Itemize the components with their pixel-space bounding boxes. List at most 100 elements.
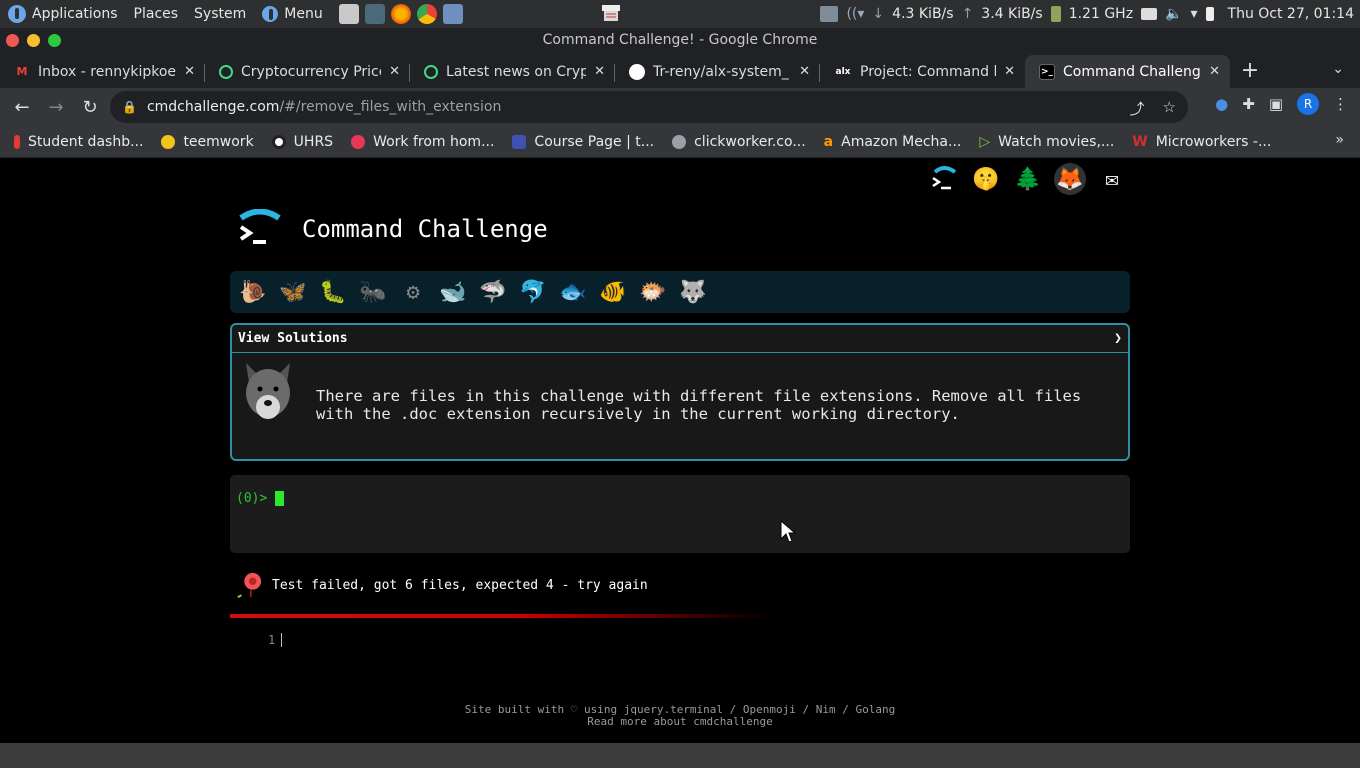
gitlab-icon[interactable]: 🦊 <box>1054 163 1086 195</box>
close-tab-icon[interactable]: ✕ <box>1209 64 1220 79</box>
bookmark-label: Watch movies,... <box>998 133 1115 150</box>
bookmark-item[interactable]: W Microworkers -... <box>1132 134 1271 150</box>
fish-icon[interactable]: 🐟 <box>556 275 590 309</box>
side-panel-icon[interactable]: ▣ <box>1269 95 1283 113</box>
menu-label: Menu <box>284 6 323 22</box>
tab-gmail[interactable]: M Inbox - rennykipkoech ✕ <box>0 55 205 88</box>
upload-arrow-icon: ↑ <box>961 6 974 22</box>
bookmark-label: UHRS <box>293 133 334 150</box>
tab-label: Cryptocurrency Prices <box>241 63 382 80</box>
blowfish-icon[interactable]: 🐡 <box>636 275 670 309</box>
gear-icon[interactable]: ⚙ <box>396 275 430 309</box>
applications-menu[interactable]: Applications <box>8 5 118 23</box>
tropical-fish-icon[interactable]: 🐠 <box>596 275 630 309</box>
close-tab-icon[interactable]: ✕ <box>799 64 810 79</box>
site-top-icons: 🤫 🌲 🦊 ✉ <box>928 163 1128 195</box>
bookmark-item[interactable]: teemwork <box>161 134 254 150</box>
shark-icon[interactable]: 🦈 <box>476 275 510 309</box>
window-title: Command Challenge! - Google Chrome <box>542 32 818 48</box>
butterfly-icon[interactable]: 🦋 <box>276 275 310 309</box>
tab-crypto-prices[interactable]: Cryptocurrency Prices ✕ <box>205 55 410 88</box>
wifi-icon[interactable]: ((▾ <box>846 6 864 22</box>
whale-icon[interactable]: 🐋 <box>436 275 470 309</box>
app-launcher-icon[interactable] <box>442 4 463 24</box>
system-menu[interactable]: System <box>194 6 246 22</box>
view-solutions-label: View Solutions <box>238 331 348 346</box>
cmdchallenge-logo-icon[interactable] <box>928 163 960 195</box>
extension-drop-icon[interactable]: ● <box>1215 95 1228 113</box>
ant-icon[interactable]: 🐜 <box>356 275 390 309</box>
url-path: /#/remove_files_with_extension <box>279 99 502 115</box>
tab-label: Tr-reny/alx-system_ <box>653 63 789 80</box>
lock-icon[interactable]: 🔒 <box>122 100 137 114</box>
display-icon[interactable] <box>1141 8 1158 20</box>
bookmark-item[interactable]: UHRS <box>271 133 334 150</box>
bookmark-item[interactable]: Course Page | t... <box>512 134 654 150</box>
net-down-speed: 4.3 KiB/s <box>892 6 954 22</box>
bookmark-item[interactable]: Student dashb... <box>14 134 143 150</box>
shushing-face-icon[interactable]: 🤫 <box>970 163 1002 195</box>
terminal-launcher-icon[interactable] <box>364 4 385 24</box>
os-top-panel: Applications Places System Menu ((▾ ↓ 4.… <box>0 0 1360 28</box>
tab-crypto-news[interactable]: Latest news on Crypto ✕ <box>410 55 615 88</box>
more-menu-icon[interactable]: ⋮ <box>1333 95 1348 113</box>
bookmark-item[interactable]: Work from hom... <box>351 134 494 150</box>
tab-alx-project[interactable]: alx Project: Command line ✕ <box>820 55 1025 88</box>
reload-button[interactable]: ↻ <box>74 91 106 123</box>
bookmark-star-icon[interactable]: ☆ <box>1163 98 1176 119</box>
bookmark-favicon-icon <box>512 134 527 149</box>
extensions-puzzle-icon[interactable]: ✚ <box>1242 95 1255 113</box>
volume-icon[interactable]: 🔈 <box>1165 6 1182 22</box>
test-result: Test failed, got 6 files, expected 4 - t… <box>234 571 648 599</box>
bookmark-favicon-icon <box>271 134 286 149</box>
places-menu[interactable]: Places <box>134 6 179 22</box>
view-solutions-toggle[interactable]: View Solutions ❯ <box>232 325 1128 353</box>
bookmark-item[interactable]: ▷ Watch movies,... <box>979 134 1114 150</box>
amazon-icon: a <box>823 133 834 150</box>
tab-command-challenge[interactable]: >_ Command Challenge! ✕ <box>1025 55 1230 88</box>
bookmark-item[interactable]: a Amazon Mecha... <box>824 134 962 150</box>
bookmark-label: Course Page | t... <box>534 133 655 150</box>
snail-icon[interactable]: 🐌 <box>236 275 270 309</box>
close-window-button[interactable] <box>6 34 19 47</box>
result-message: Test failed, got 6 files, expected 4 - t… <box>272 577 648 593</box>
cpu-frequency: 1.21 GHz <box>1068 6 1134 22</box>
address-bar[interactable]: 🔒 cmdchallenge.com/#/remove_files_with_e… <box>110 91 1188 123</box>
minimize-window-button[interactable] <box>27 34 40 47</box>
clock[interactable]: Thu Oct 27, 01:14 <box>1228 6 1354 22</box>
wolf-icon[interactable]: 🐺 <box>676 275 710 309</box>
mail-icon[interactable]: ✉ <box>1096 163 1128 195</box>
chevron-right-icon: ❯ <box>1114 331 1122 346</box>
forward-button[interactable]: → <box>40 91 72 123</box>
read-more-link[interactable]: Read more about cmdchallenge <box>0 716 1360 728</box>
bookmark-item[interactable]: clickworker.co... <box>672 134 806 150</box>
close-tab-icon[interactable]: ✕ <box>594 64 605 79</box>
workspace-icon[interactable] <box>820 6 839 22</box>
tab-github[interactable]: Tr-reny/alx-system_ ✕ <box>615 55 820 88</box>
battery-icon[interactable] <box>1205 7 1214 21</box>
maximize-window-button[interactable] <box>48 34 61 47</box>
close-tab-icon[interactable]: ✕ <box>1004 64 1015 79</box>
profile-avatar[interactable]: R <box>1297 93 1319 115</box>
back-button[interactable]: ← <box>6 91 38 123</box>
terminal-logo-icon <box>239 209 281 244</box>
file-manager-launcher-icon[interactable] <box>338 4 359 24</box>
network-status-icon[interactable]: ▾ <box>1191 6 1198 22</box>
caterpillar-icon[interactable]: 🐛 <box>316 275 350 309</box>
menu-button[interactable]: Menu <box>262 6 323 22</box>
tab-strip: M Inbox - rennykipkoech ✕ Cryptocurrency… <box>0 53 1360 88</box>
firefox-launcher-icon[interactable] <box>390 4 411 24</box>
page-content: 🤫 🌲 🦊 ✉ Command Challenge 🐌 🦋 🐛 🐜 ⚙ 🐋 🦈 … <box>0 159 1360 743</box>
code-editor[interactable]: 1 <box>268 633 283 647</box>
new-tab-button[interactable]: + <box>1230 55 1270 88</box>
tree-icon[interactable]: 🌲 <box>1012 163 1044 195</box>
terminal[interactable]: (0)> <box>230 475 1130 553</box>
share-icon[interactable]: ⤴ <box>1130 98 1145 119</box>
dolphin-icon[interactable]: 🐬 <box>516 275 550 309</box>
chrome-launcher-icon[interactable] <box>416 4 437 24</box>
close-tab-icon[interactable]: ✕ <box>184 64 195 79</box>
tab-search-chevron-icon[interactable]: ⌄ <box>1332 61 1344 77</box>
close-tab-icon[interactable]: ✕ <box>389 64 400 79</box>
more-bookmarks-icon[interactable]: » <box>1335 132 1344 148</box>
bookmarks-bar: Student dashb... teemwork UHRS Work from… <box>0 126 1360 158</box>
